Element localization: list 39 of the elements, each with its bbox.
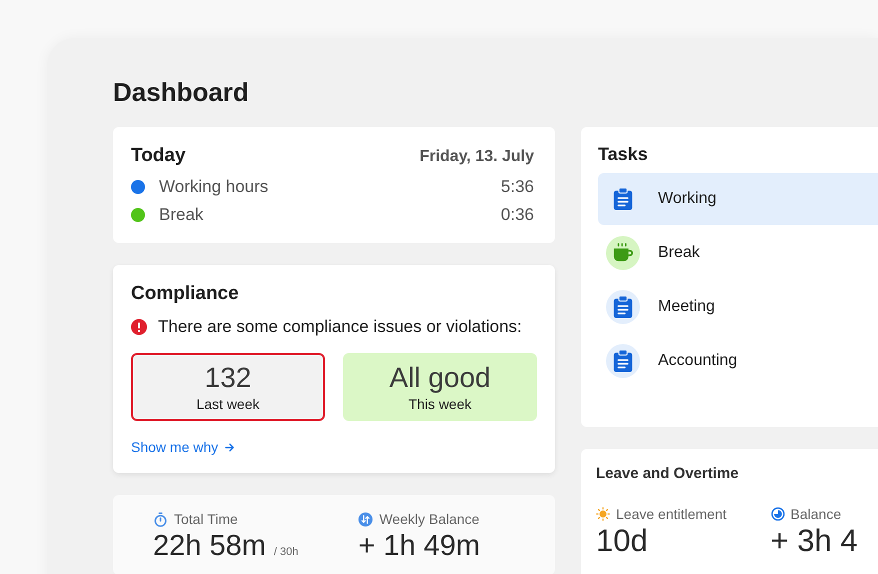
stat-value: + 3h 4: [770, 522, 858, 560]
row-label: Working hours: [159, 177, 270, 197]
stat-target: / 30h: [274, 546, 298, 558]
stat-label: Balance: [790, 506, 842, 522]
tile-label: Last week: [196, 396, 260, 412]
tile-value: All good: [389, 362, 491, 394]
warning-message: There are some compliance issues or violations:: [158, 317, 522, 337]
stat-label: Total Time: [174, 511, 238, 527]
stat-label: Weekly Balance: [379, 511, 480, 527]
stat-value: 22h 58m: [153, 529, 266, 563]
show-me-why-link[interactable]: Show me why: [131, 439, 236, 455]
task-item[interactable]: Accounting: [598, 335, 878, 387]
row-label: Break: [159, 205, 204, 225]
task-item[interactable]: Break: [598, 227, 878, 279]
clipboard-icon: [613, 350, 633, 372]
pie-chart-icon: [770, 507, 785, 521]
card-title: Leave and Overtime: [596, 465, 740, 482]
card-title: Today: [131, 145, 186, 167]
stat-value: + 1h 49m: [358, 529, 480, 563]
tile-label: This week: [408, 396, 472, 412]
stopwatch-icon: [153, 512, 168, 526]
page-title: Dashboard: [113, 76, 250, 108]
task-item[interactable]: Meeting: [598, 281, 878, 333]
card-title: Compliance: [131, 283, 240, 305]
row-value: 0:36: [500, 205, 534, 225]
arrow-icon: [224, 442, 236, 452]
swap-icon: [358, 512, 374, 526]
stat-value: 10d: [596, 522, 649, 560]
row-value: 5:36: [500, 177, 534, 197]
clipboard-icon: [613, 188, 633, 210]
coffee-cup-icon: [613, 242, 633, 264]
alert-icon: [131, 319, 147, 335]
clipboard-icon: [613, 296, 633, 318]
date-text: Friday, 13. July: [420, 148, 534, 166]
stat-label: Leave entitlement: [616, 506, 727, 522]
task-item[interactable]: Working: [598, 173, 878, 225]
sun-icon: [596, 507, 610, 521]
card-title: Tasks: [598, 144, 649, 165]
tile-value: 132: [204, 362, 252, 394]
